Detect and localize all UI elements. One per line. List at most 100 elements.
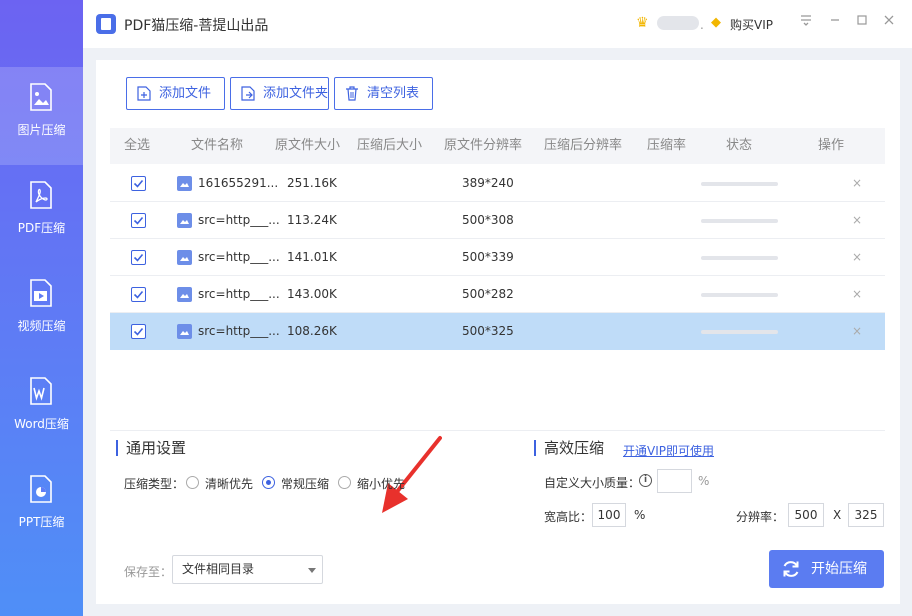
- close-icon[interactable]: [880, 14, 898, 32]
- radio-shrink-first[interactable]: [338, 476, 351, 489]
- start-compress-label: 开始压缩: [811, 561, 867, 577]
- remove-row-icon[interactable]: ×: [852, 239, 862, 276]
- table-header: 全选 文件名称 原文件大小 压缩后大小 原文件分辨率 压缩后分辨率 压缩率 状态…: [110, 128, 885, 164]
- remove-row-icon[interactable]: ×: [852, 276, 862, 313]
- file-name: src=http___...: [198, 213, 280, 227]
- original-resolution: 500*308: [462, 213, 514, 227]
- sidebar-item-label: 视频压缩: [17, 319, 66, 333]
- image-thumbnail-icon: [177, 176, 192, 191]
- save-to-label: 保存至：: [124, 565, 173, 579]
- status-progress-bar: [701, 330, 778, 334]
- username-avatar[interactable]: [657, 16, 699, 30]
- open-vip-link[interactable]: 开通VIP即可使用: [623, 442, 714, 459]
- resolution-height-input[interactable]: 325: [848, 503, 884, 527]
- row-checkbox[interactable]: [131, 176, 146, 191]
- remove-row-icon[interactable]: ×: [852, 165, 862, 202]
- file-name: src=http___...: [198, 250, 280, 264]
- save-to-value: 文件相同目录: [182, 562, 255, 576]
- image-file-icon: [30, 83, 52, 111]
- sidebar-item-pdf-compress[interactable]: PDF压缩: [0, 165, 83, 263]
- table-row[interactable]: src=http___... 113.24K 500*308 ×: [110, 202, 885, 239]
- sidebar-item-image-compress[interactable]: 图片压缩: [0, 67, 83, 165]
- original-size: 141.01K: [287, 250, 337, 264]
- status-progress-bar: [701, 256, 778, 260]
- radio-normal-compress[interactable]: [262, 476, 275, 489]
- sidebar-item-label: PDF压缩: [17, 221, 66, 235]
- original-size: 251.16K: [287, 176, 337, 190]
- remove-row-icon[interactable]: ×: [852, 202, 862, 239]
- column-compressed-resolution: 压缩后分辨率: [544, 138, 623, 153]
- row-checkbox[interactable]: [131, 324, 146, 339]
- file-name: 161655291...: [198, 176, 279, 190]
- minimize-icon[interactable]: [826, 14, 844, 32]
- start-compress-button[interactable]: 开始压缩: [769, 550, 884, 588]
- add-file-button[interactable]: 添加文件: [126, 77, 225, 110]
- diamond-icon: ◆: [711, 15, 721, 30]
- status-progress-bar: [701, 182, 778, 186]
- row-checkbox[interactable]: [131, 213, 146, 228]
- add-file-icon: [137, 86, 151, 101]
- resolution-separator: X: [833, 508, 842, 522]
- option-clarity-first[interactable]: 清晰优先: [205, 475, 253, 492]
- main-panel: 添加文件 添加文件夹 清空列表 全选 文件名称 原文件大小 压缩后大小 原文件分…: [96, 60, 900, 604]
- column-compression-rate: 压缩率: [647, 138, 687, 153]
- image-thumbnail-icon: [177, 213, 192, 228]
- remove-row-icon[interactable]: ×: [852, 313, 862, 350]
- custom-size-percent: %: [698, 474, 710, 488]
- select-all-header[interactable]: 全选: [124, 128, 150, 164]
- radio-clarity-first[interactable]: [186, 476, 199, 489]
- refresh-icon: [783, 561, 799, 577]
- row-checkbox[interactable]: [131, 287, 146, 302]
- info-icon[interactable]: i: [639, 474, 652, 487]
- sidebar-item-video-compress[interactable]: 视频压缩: [0, 263, 83, 361]
- option-normal-compress[interactable]: 常规压缩: [281, 475, 329, 492]
- original-size: 108.26K: [287, 324, 337, 338]
- username-suffix: .: [700, 18, 704, 32]
- aspect-ratio-input[interactable]: 100: [592, 503, 626, 527]
- app-logo-icon: [96, 14, 116, 34]
- custom-size-label: 自定义大小质量：: [544, 476, 641, 490]
- image-thumbnail-icon: [177, 324, 192, 339]
- table-row[interactable]: src=http___... 143.00K 500*282 ×: [110, 276, 885, 313]
- word-file-icon: [30, 377, 52, 405]
- column-original-size: 原文件大小: [275, 138, 341, 153]
- table-row-selected[interactable]: src=http___... 108.26K 500*325 ×: [110, 313, 885, 350]
- app-title: PDF猫压缩-菩提山出品: [124, 18, 269, 34]
- aspect-ratio-label: 宽高比：: [544, 510, 593, 524]
- sidebar-item-ppt-compress[interactable]: PPT压缩: [0, 459, 83, 557]
- trash-icon: [346, 86, 358, 101]
- table-row[interactable]: src=http___... 141.01K 500*339 ×: [110, 239, 885, 276]
- original-size: 113.24K: [287, 213, 337, 227]
- sidebar: 图片压缩 PDF压缩 视频压缩 Word压缩 PPT压缩: [0, 0, 83, 616]
- video-file-icon: [30, 279, 52, 307]
- menu-icon[interactable]: [797, 14, 815, 32]
- status-progress-bar: [701, 293, 778, 297]
- option-shrink-first[interactable]: 缩小优先: [357, 475, 405, 492]
- add-folder-button[interactable]: 添加文件夹: [230, 77, 329, 110]
- row-checkbox[interactable]: [131, 250, 146, 265]
- custom-size-input[interactable]: [657, 469, 692, 493]
- add-folder-icon: [241, 86, 255, 101]
- image-thumbnail-icon: [177, 250, 192, 265]
- maximize-icon[interactable]: [853, 14, 871, 32]
- section-divider: [110, 430, 885, 431]
- column-status: 状态: [726, 138, 753, 153]
- save-to-select[interactable]: 文件相同目录: [172, 555, 323, 584]
- column-compressed-size: 压缩后大小: [357, 138, 423, 153]
- clear-list-button[interactable]: 清空列表: [334, 77, 433, 110]
- sidebar-item-label: PPT压缩: [18, 515, 65, 529]
- column-filename: 文件名称: [191, 138, 244, 153]
- original-size: 143.00K: [287, 287, 337, 301]
- resolution-width-input[interactable]: 500: [788, 503, 824, 527]
- original-resolution: 500*325: [462, 324, 514, 338]
- status-progress-bar: [701, 219, 778, 223]
- add-folder-label: 添加文件夹: [263, 86, 329, 101]
- resolution-label: 分辨率：: [736, 510, 785, 524]
- original-resolution: 500*339: [462, 250, 514, 264]
- aspect-ratio-unit: %: [634, 508, 646, 522]
- add-file-label: 添加文件: [159, 86, 212, 101]
- image-thumbnail-icon: [177, 287, 192, 302]
- sidebar-item-word-compress[interactable]: Word压缩: [0, 361, 83, 459]
- buy-vip-link[interactable]: 购买VIP: [730, 16, 773, 33]
- table-row[interactable]: 161655291... 251.16K 389*240 ×: [110, 165, 885, 202]
